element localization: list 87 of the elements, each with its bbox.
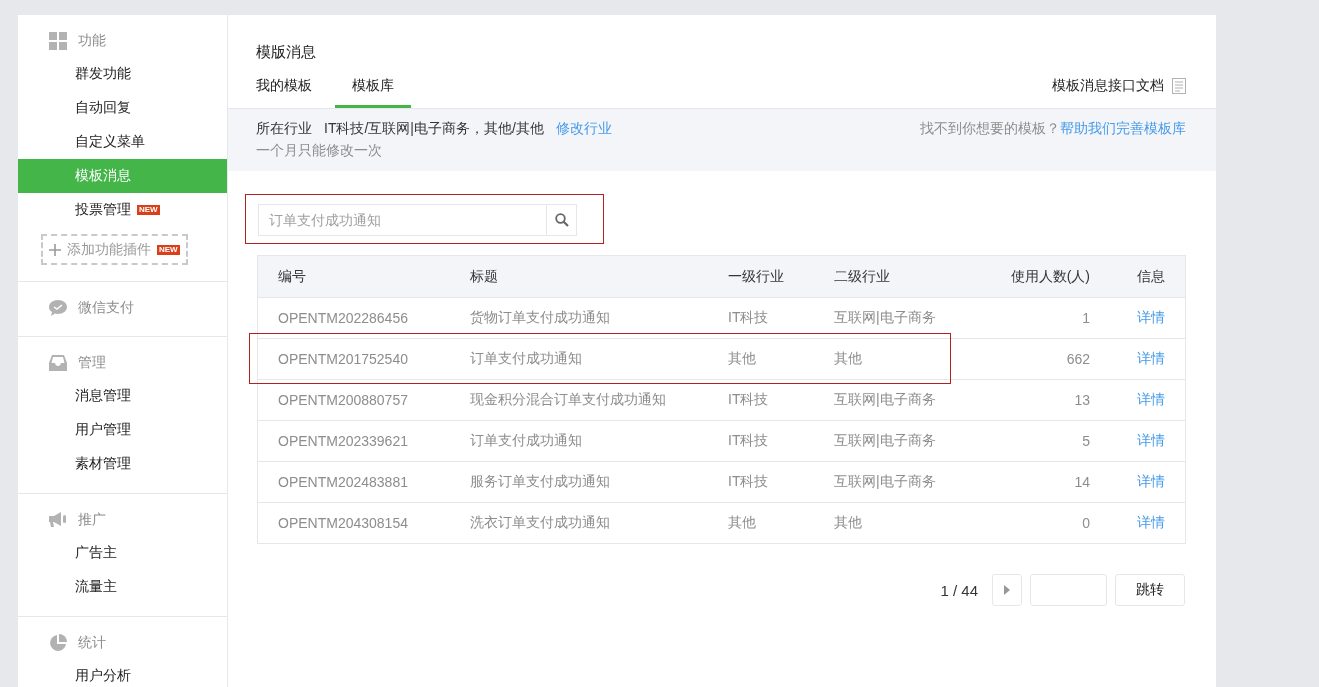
table-cell-text: OPENTM201752540 (278, 351, 409, 367)
sidebar-group-label: 管理 (78, 354, 106, 372)
sidebar-item[interactable]: 用户管理 (18, 413, 227, 447)
tray-icon (49, 355, 67, 371)
sidebar-group-label: 推广 (78, 511, 106, 529)
table-cell-text: OPENTM200880757 (278, 392, 409, 408)
column-header: 一级行业 (728, 267, 785, 286)
sidebar-item-label: 自动回复 (75, 99, 131, 117)
sidebar-item[interactable]: 素材管理 (18, 447, 227, 481)
table-cell-text: 其他 (834, 514, 863, 532)
page-input[interactable] (1030, 574, 1107, 606)
plus-icon (49, 243, 61, 256)
table-cell-text: IT科技 (728, 309, 770, 327)
megaphone-icon (49, 512, 67, 528)
column-header: 二级行业 (834, 267, 891, 286)
sidebar-group-label: 统计 (78, 634, 106, 652)
sidebar-item-label: 消息管理 (75, 387, 131, 405)
table-cell-text: OPENTM202339621 (278, 433, 409, 449)
industry-value: IT科技/互联网|电子商务，其他/其他 (324, 120, 544, 138)
table-cell-text: OPENTM202286456 (278, 310, 409, 326)
tab[interactable]: 我的模板 (256, 77, 312, 108)
table-cell-text: 货物订单支付成功通知 (470, 309, 611, 327)
sidebar-item-label: 自定义菜单 (75, 133, 145, 151)
table-cell-text: 互联网|电子商务 (834, 473, 937, 491)
table-cell-text: 其他 (728, 514, 757, 532)
table-cell-text: 5 (1081, 433, 1090, 449)
add-plugin-button[interactable]: 添加功能插件 NEW (41, 234, 188, 265)
table-cell-text: 1 (1081, 310, 1090, 326)
column-header: 标题 (470, 267, 499, 286)
sidebar-group-label: 功能 (78, 32, 106, 50)
page-title: 模版消息 (255, 42, 317, 62)
table-cell-text: 订单支付成功通知 (470, 432, 583, 450)
table-cell-text: IT科技 (728, 432, 770, 450)
table-cell-text: 洗衣订单支付成功通知 (470, 514, 611, 532)
table-cell-text: IT科技 (728, 473, 770, 491)
search-icon (554, 213, 569, 227)
new-badge: NEW (137, 205, 160, 215)
column-header: 使用人数(人) (1009, 267, 1090, 286)
table-cell-text: 互联网|电子商务 (834, 391, 937, 409)
table-cell-text: 其他 (728, 350, 757, 368)
search-button[interactable] (546, 204, 577, 236)
grid-icon (49, 32, 67, 50)
table-cell-text: 13 (1073, 392, 1090, 408)
sidebar-item[interactable]: 投票管理 NEW (18, 193, 227, 227)
new-badge: NEW (157, 244, 180, 255)
sidebar-item[interactable]: 用户分析 (18, 659, 227, 687)
document-icon (1172, 78, 1186, 94)
table-cell-text: 662 (1065, 351, 1090, 367)
next-page-button[interactable] (992, 574, 1022, 606)
sidebar-item[interactable]: 群发功能 (18, 57, 227, 91)
sidebar-item-label: 群发功能 (75, 65, 131, 83)
table-cell-text: OPENTM202483881 (278, 474, 409, 490)
sidebar-item-label: 投票管理 (75, 201, 131, 219)
sidebar-item[interactable]: 广告主 (18, 536, 227, 570)
industry-label: 所在行业 (256, 120, 312, 138)
sidebar-item-label: 用户分析 (75, 667, 131, 685)
table-cell-text: 0 (1081, 515, 1090, 531)
sidebar-item-label: 流量主 (75, 578, 117, 596)
sidebar-item-label: 广告主 (75, 544, 117, 562)
table-cell-text: 互联网|电子商务 (834, 432, 937, 450)
doc-link[interactable]: 模板消息接口文档 (1052, 77, 1164, 95)
sidebar-item[interactable]: 消息管理 (18, 379, 227, 413)
sidebar-item-label: 用户管理 (75, 421, 131, 439)
jump-button[interactable]: 跳转 (1115, 574, 1185, 606)
column-header: 信息 (1136, 267, 1166, 286)
search-field[interactable]: 订单支付成功通知 (258, 204, 546, 236)
sidebar-group-label: 微信支付 (78, 299, 134, 317)
sidebar-item-label: 模板消息 (75, 167, 131, 185)
table-cell-text: 其他 (834, 350, 863, 368)
chat-bubble-icon (49, 300, 67, 316)
pie-chart-icon (49, 634, 67, 652)
play-icon (1004, 585, 1010, 595)
table-cell-text: 服务订单支付成功通知 (470, 473, 611, 491)
industry-note: 一个月只能修改一次 (256, 142, 383, 160)
sidebar-item-label: 素材管理 (75, 455, 131, 473)
help-text: 找不到你想要的模板？ (920, 120, 1060, 138)
table-cell-text: 14 (1073, 474, 1090, 490)
sidebar-item[interactable]: 流量主 (18, 570, 227, 604)
table-cell-text: OPENTM204308154 (278, 515, 409, 531)
sidebar-item[interactable]: 自动回复 (18, 91, 227, 125)
page-indicator: 1 / 44 (940, 581, 978, 599)
table-cell-text: 互联网|电子商务 (834, 309, 937, 327)
sidebar-item[interactable]: 自定义菜单 (18, 125, 227, 159)
table-cell-text: IT科技 (728, 391, 770, 409)
column-header: 编号 (278, 267, 307, 286)
table-cell-text: 订单支付成功通知 (470, 350, 583, 368)
table-cell-text: 现金积分混合订单支付成功通知 (470, 391, 667, 409)
